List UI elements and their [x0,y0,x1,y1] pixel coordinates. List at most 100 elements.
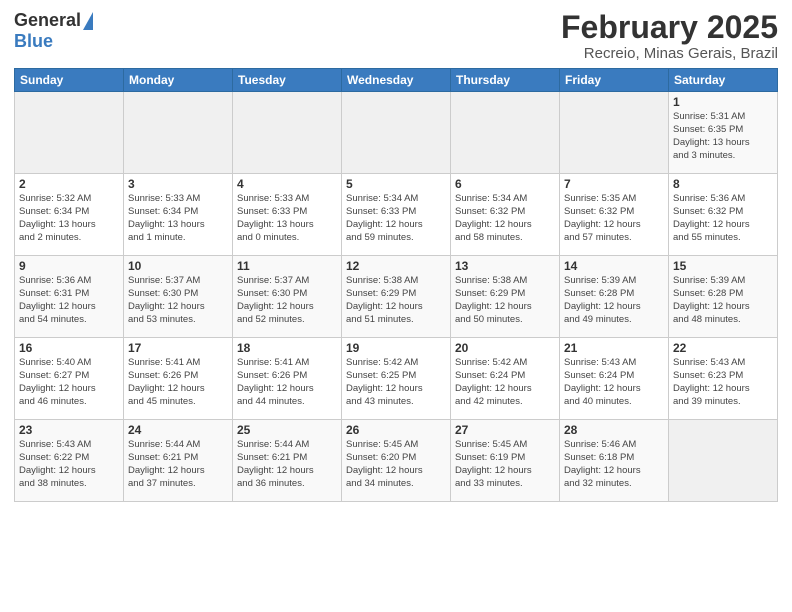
day-info: Sunrise: 5:35 AM Sunset: 6:32 PM Dayligh… [564,193,664,244]
week-row-4: 16 Sunrise: 5:40 AM Sunset: 6:27 PM Dayli… [15,338,778,420]
day-info: Sunrise: 5:36 AM Sunset: 6:32 PM Dayligh… [673,193,773,244]
calendar-table: SundayMondayTuesdayWednesdayThursdayFrid… [14,68,778,502]
day-info: Sunrise: 5:43 AM Sunset: 6:24 PM Dayligh… [564,357,664,408]
day-info: Sunrise: 5:38 AM Sunset: 6:29 PM Dayligh… [346,275,446,326]
day-number: 22 [673,341,773,355]
day-cell: 14 Sunrise: 5:39 AM Sunset: 6:28 PM Dayli… [560,256,669,338]
week-row-1: 1 Sunrise: 5:31 AM Sunset: 6:35 PM Daylig… [15,92,778,174]
day-cell: 17 Sunrise: 5:41 AM Sunset: 6:26 PM Dayli… [124,338,233,420]
day-number: 6 [455,177,555,191]
day-info: Sunrise: 5:41 AM Sunset: 6:26 PM Dayligh… [128,357,228,408]
day-number: 13 [455,259,555,273]
day-cell: 18 Sunrise: 5:41 AM Sunset: 6:26 PM Dayli… [233,338,342,420]
day-info: Sunrise: 5:33 AM Sunset: 6:33 PM Dayligh… [237,193,337,244]
day-info: Sunrise: 5:36 AM Sunset: 6:31 PM Dayligh… [19,275,119,326]
logo-triangle-icon [83,12,93,30]
day-cell: 3 Sunrise: 5:33 AM Sunset: 6:34 PM Daylig… [124,174,233,256]
header-row: SundayMondayTuesdayWednesdayThursdayFrid… [15,69,778,92]
day-number: 26 [346,423,446,437]
day-cell: 27 Sunrise: 5:45 AM Sunset: 6:19 PM Dayli… [451,420,560,502]
day-info: Sunrise: 5:33 AM Sunset: 6:34 PM Dayligh… [128,193,228,244]
day-cell: 10 Sunrise: 5:37 AM Sunset: 6:30 PM Dayli… [124,256,233,338]
day-cell: 25Sunrise: 5:44 AM Sunset: 6:21 PM Dayli… [233,420,342,502]
day-cell: 7Sunrise: 5:35 AM Sunset: 6:32 PM Daylig… [560,174,669,256]
day-cell: 26 Sunrise: 5:45 AM Sunset: 6:20 PM Dayli… [342,420,451,502]
day-number: 10 [128,259,228,273]
day-cell: 9 Sunrise: 5:36 AM Sunset: 6:31 PM Daylig… [15,256,124,338]
day-cell [124,92,233,174]
day-cell: 11Sunrise: 5:37 AM Sunset: 6:30 PM Dayli… [233,256,342,338]
subtitle: Recreio, Minas Gerais, Brazil [561,45,778,62]
main-title: February 2025 [561,10,778,45]
day-number: 3 [128,177,228,191]
day-cell [451,92,560,174]
day-cell [233,92,342,174]
day-cell: 5 Sunrise: 5:34 AM Sunset: 6:33 PM Daylig… [342,174,451,256]
day-info: Sunrise: 5:45 AM Sunset: 6:19 PM Dayligh… [455,439,555,490]
day-info: Sunrise: 5:39 AM Sunset: 6:28 PM Dayligh… [564,275,664,326]
day-cell [669,420,778,502]
day-info: Sunrise: 5:44 AM Sunset: 6:21 PM Dayligh… [128,439,228,490]
day-info: Sunrise: 5:45 AM Sunset: 6:20 PM Dayligh… [346,439,446,490]
calendar-body: 1 Sunrise: 5:31 AM Sunset: 6:35 PM Daylig… [15,92,778,502]
day-number: 24 [128,423,228,437]
day-info: Sunrise: 5:42 AM Sunset: 6:25 PM Dayligh… [346,357,446,408]
day-number: 14 [564,259,664,273]
day-number: 21 [564,341,664,355]
day-info: Sunrise: 5:34 AM Sunset: 6:33 PM Dayligh… [346,193,446,244]
day-cell: 2 Sunrise: 5:32 AM Sunset: 6:34 PM Daylig… [15,174,124,256]
day-info: Sunrise: 5:32 AM Sunset: 6:34 PM Dayligh… [19,193,119,244]
day-number: 20 [455,341,555,355]
header-day-tuesday: Tuesday [233,69,342,92]
week-row-3: 9 Sunrise: 5:36 AM Sunset: 6:31 PM Daylig… [15,256,778,338]
day-cell: 1 Sunrise: 5:31 AM Sunset: 6:35 PM Daylig… [669,92,778,174]
day-cell [15,92,124,174]
day-info: Sunrise: 5:34 AM Sunset: 6:32 PM Dayligh… [455,193,555,244]
day-info: Sunrise: 5:46 AM Sunset: 6:18 PM Dayligh… [564,439,664,490]
day-cell: 20 Sunrise: 5:42 AM Sunset: 6:24 PM Dayli… [451,338,560,420]
header-day-saturday: Saturday [669,69,778,92]
day-number: 25 [237,423,337,437]
day-number: 18 [237,341,337,355]
day-cell: 22 Sunrise: 5:43 AM Sunset: 6:23 PM Dayli… [669,338,778,420]
day-info: Sunrise: 5:39 AM Sunset: 6:28 PM Dayligh… [673,275,773,326]
header-day-monday: Monday [124,69,233,92]
day-cell: 16 Sunrise: 5:40 AM Sunset: 6:27 PM Dayli… [15,338,124,420]
day-cell [342,92,451,174]
calendar-header: SundayMondayTuesdayWednesdayThursdayFrid… [15,69,778,92]
day-info: Sunrise: 5:40 AM Sunset: 6:27 PM Dayligh… [19,357,119,408]
day-cell: 12Sunrise: 5:38 AM Sunset: 6:29 PM Dayli… [342,256,451,338]
day-cell: 19Sunrise: 5:42 AM Sunset: 6:25 PM Dayli… [342,338,451,420]
day-number: 4 [237,177,337,191]
header-day-friday: Friday [560,69,669,92]
day-cell: 6 Sunrise: 5:34 AM Sunset: 6:32 PM Daylig… [451,174,560,256]
day-number: 28 [564,423,664,437]
day-cell: 23Sunrise: 5:43 AM Sunset: 6:22 PM Dayli… [15,420,124,502]
day-number: 15 [673,259,773,273]
day-info: Sunrise: 5:41 AM Sunset: 6:26 PM Dayligh… [237,357,337,408]
day-number: 9 [19,259,119,273]
day-cell: 28 Sunrise: 5:46 AM Sunset: 6:18 PM Dayli… [560,420,669,502]
title-section: February 2025 Recreio, Minas Gerais, Bra… [561,10,778,62]
day-cell: 13Sunrise: 5:38 AM Sunset: 6:29 PM Dayli… [451,256,560,338]
page: General Blue February 2025 Recreio, Mina… [0,0,792,612]
day-number: 1 [673,95,773,109]
day-info: Sunrise: 5:43 AM Sunset: 6:23 PM Dayligh… [673,357,773,408]
day-number: 17 [128,341,228,355]
day-number: 27 [455,423,555,437]
header-day-sunday: Sunday [15,69,124,92]
day-info: Sunrise: 5:37 AM Sunset: 6:30 PM Dayligh… [237,275,337,326]
day-info: Sunrise: 5:42 AM Sunset: 6:24 PM Dayligh… [455,357,555,408]
day-info: Sunrise: 5:43 AM Sunset: 6:22 PM Dayligh… [19,439,119,490]
day-cell [560,92,669,174]
header: General Blue February 2025 Recreio, Mina… [14,10,778,62]
day-info: Sunrise: 5:31 AM Sunset: 6:35 PM Dayligh… [673,111,773,162]
day-number: 8 [673,177,773,191]
day-cell: 21 Sunrise: 5:43 AM Sunset: 6:24 PM Dayli… [560,338,669,420]
day-number: 5 [346,177,446,191]
day-number: 2 [19,177,119,191]
day-cell: 4 Sunrise: 5:33 AM Sunset: 6:33 PM Daylig… [233,174,342,256]
day-cell: 24 Sunrise: 5:44 AM Sunset: 6:21 PM Dayli… [124,420,233,502]
day-number: 16 [19,341,119,355]
day-info: Sunrise: 5:37 AM Sunset: 6:30 PM Dayligh… [128,275,228,326]
